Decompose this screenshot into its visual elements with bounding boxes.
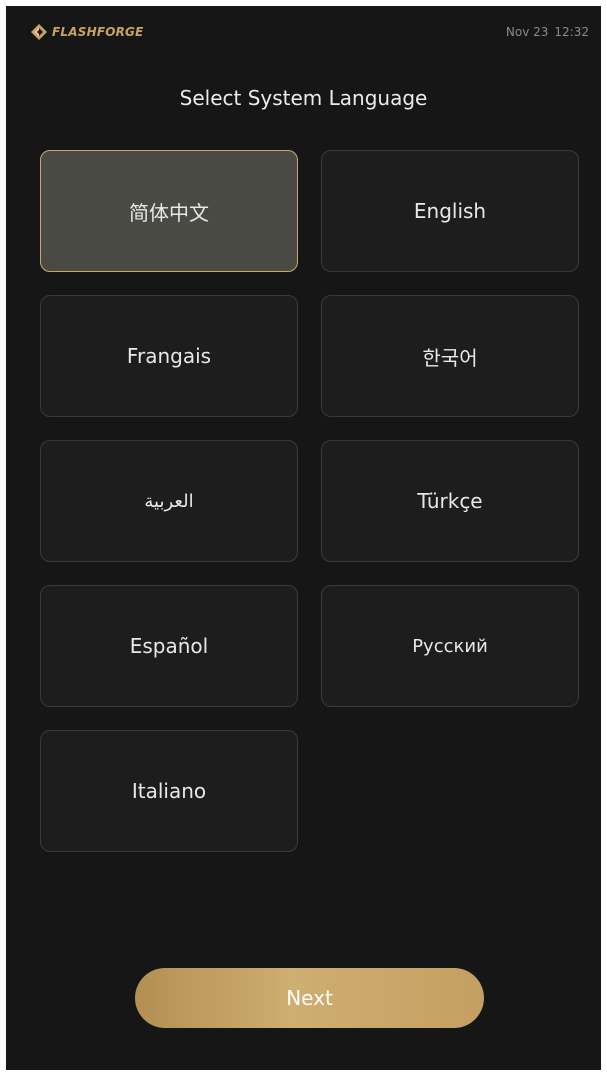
language-label: العربية <box>144 490 194 512</box>
language-label: Türkçe <box>417 489 483 513</box>
language-grid: 简体中文 English Frangais 한국어 العربية Türkçe… <box>40 150 579 852</box>
language-option-arabic[interactable]: العربية <box>40 440 298 562</box>
brand-name: FLASHFORGE <box>52 25 144 39</box>
language-label: Español <box>129 634 209 658</box>
datetime: Nov 23 12:32 <box>506 25 589 39</box>
language-option-french[interactable]: Frangais <box>40 295 298 417</box>
language-label: 한국어 <box>422 345 478 370</box>
screen: FLASHFORGE Nov 23 12:32 Select System La… <box>6 6 601 1070</box>
language-option-russian[interactable]: Русский <box>321 585 579 707</box>
status-bar: FLASHFORGE Nov 23 12:32 <box>6 6 601 58</box>
language-option-korean[interactable]: 한국어 <box>321 295 579 417</box>
page-title: Select System Language <box>179 86 428 110</box>
language-label: 简体中文 <box>129 200 209 225</box>
next-button[interactable]: Next <box>135 968 484 1028</box>
date-text: Nov 23 <box>505 25 549 39</box>
language-option-italian[interactable]: Italiano <box>40 730 298 852</box>
flashforge-logo-icon <box>30 23 48 41</box>
language-option-english[interactable]: English <box>321 150 579 272</box>
language-option-turkish[interactable]: Türkçe <box>321 440 579 562</box>
time-text: 12:32 <box>554 25 589 39</box>
brand-logo: FLASHFORGE <box>30 22 144 42</box>
language-option-spanish[interactable]: Español <box>40 585 298 707</box>
language-label: English <box>413 199 487 223</box>
language-label: Русский <box>412 635 488 657</box>
language-label: Italiano <box>131 779 207 803</box>
language-option-chinese[interactable]: 简体中文 <box>40 150 298 272</box>
language-label: Frangais <box>126 344 212 368</box>
